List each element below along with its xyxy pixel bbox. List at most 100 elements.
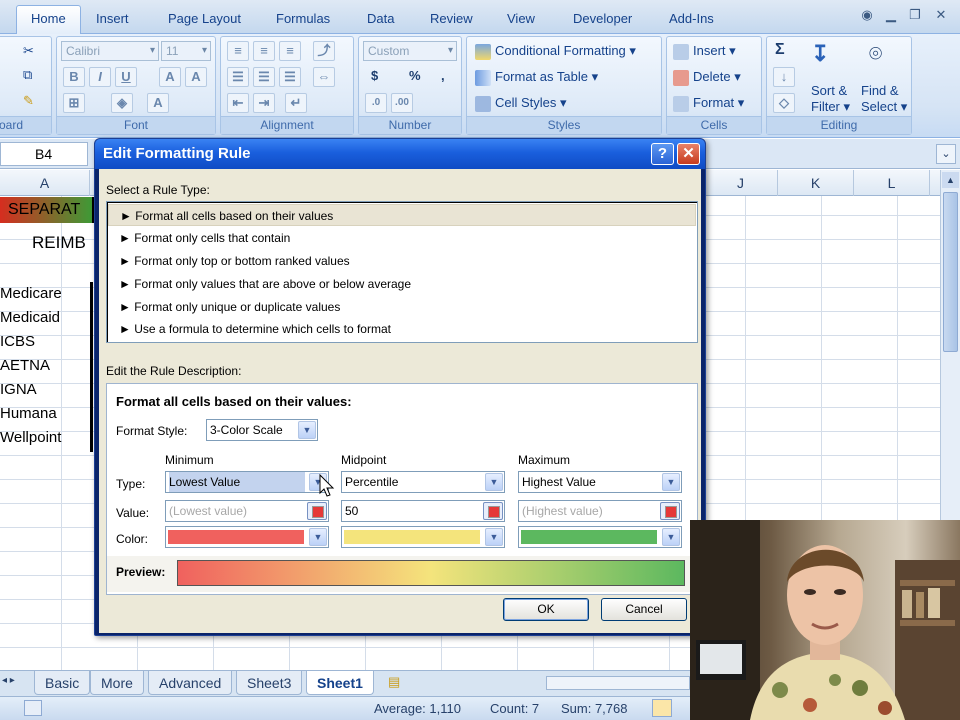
align-left-icon[interactable]: ☰ (227, 67, 249, 87)
column-header-j[interactable]: J (704, 170, 778, 196)
horizontal-scrollbar[interactable] (546, 676, 690, 690)
format-painter-icon[interactable]: ✎ (23, 93, 34, 109)
sheet-tab-sheet3[interactable]: Sheet3 (236, 671, 303, 695)
column-header-k[interactable]: K (778, 170, 854, 196)
copy-icon[interactable]: ⧉ (23, 67, 32, 83)
insert-sheet-icon[interactable]: ▤ (388, 674, 410, 692)
rule-option-above-below-average[interactable]: ► Format only values that are above or b… (108, 273, 696, 295)
decrease-indent-icon[interactable]: ⇤ (227, 93, 249, 113)
column-header-l[interactable]: L (854, 170, 930, 196)
bold-button[interactable]: B (63, 67, 85, 87)
midpoint-value-text: 50 (345, 504, 359, 518)
merge-center-icon[interactable]: ⇔ (313, 67, 335, 87)
midpoint-type-select[interactable]: Percentile ▼ (341, 471, 505, 493)
decrease-decimal-icon[interactable]: .00 (391, 93, 413, 113)
tab-insert[interactable]: Insert (90, 7, 135, 33)
percent-button[interactable]: % (409, 68, 421, 83)
format-style-select[interactable]: 3-Color Scale ▼ (206, 419, 318, 441)
column-header-a[interactable]: A (0, 170, 90, 196)
cancel-button[interactable]: Cancel (601, 598, 687, 621)
rule-option-top-bottom[interactable]: ► Format only top or bottom ranked value… (108, 250, 696, 272)
increase-indent-icon[interactable]: ⇥ (253, 93, 275, 113)
rule-option-cells-contain[interactable]: ► Format only cells that contain (108, 227, 696, 249)
range-picker-icon[interactable] (483, 502, 503, 520)
format-as-table-button[interactable]: Format as Table ▾ (475, 69, 598, 86)
dialog-close-button[interactable]: ✕ (677, 143, 700, 165)
find-select-button[interactable]: Find & Select ▾ (861, 83, 907, 115)
range-picker-icon[interactable] (660, 502, 680, 520)
tab-add-ins[interactable]: Add-Ins (663, 7, 720, 33)
midpoint-color-select[interactable]: ▼ (341, 526, 505, 548)
ok-button[interactable]: OK (503, 598, 589, 621)
sheet-tab-basic[interactable]: Basic (34, 671, 91, 695)
format-cells-button[interactable]: Format ▾ (673, 95, 744, 112)
fill-icon[interactable]: ↓ (773, 67, 795, 87)
rule-type-list[interactable]: ► Format all cells based on their values… (106, 201, 698, 343)
grow-font-icon[interactable]: A (159, 67, 181, 87)
name-box[interactable]: B4 (0, 142, 88, 166)
help-icon[interactable]: ◉ (856, 6, 878, 24)
increase-decimal-icon[interactable]: .0 (365, 93, 387, 113)
minimize-icon[interactable]: ▁ (880, 6, 902, 24)
borders-icon[interactable]: ⊞ (63, 93, 85, 113)
align-bottom-icon[interactable]: ≡ (279, 41, 301, 61)
tab-page-layout[interactable]: Page Layout (162, 7, 247, 33)
rule-option-unique-duplicate[interactable]: ► Format only unique or duplicate values (108, 296, 696, 318)
tab-data[interactable]: Data (361, 7, 400, 33)
orientation-icon[interactable]: ⤴ (313, 41, 335, 61)
normal-view-icon[interactable] (652, 699, 672, 717)
minimum-value-input[interactable]: (Lowest value) (165, 500, 329, 522)
tab-scroll-icon[interactable]: ◂ ▸ (2, 675, 15, 686)
wrap-text-icon[interactable]: ↵ (285, 93, 307, 113)
scroll-thumb[interactable] (943, 192, 958, 352)
dialog-help-button[interactable]: ? (651, 143, 674, 165)
maximum-type-select[interactable]: Highest Value ▼ (518, 471, 682, 493)
format-cells-icon (673, 95, 689, 112)
midpoint-value-input[interactable]: 50 (341, 500, 505, 522)
sort-filter-button[interactable]: Sort & Filter ▾ (811, 83, 850, 115)
tab-home[interactable]: Home (16, 5, 81, 34)
font-size-combo[interactable]: 11 (161, 41, 211, 61)
range-picker-icon[interactable] (307, 502, 327, 520)
align-center-icon[interactable]: ☰ (253, 67, 275, 87)
maximum-color-select[interactable]: ▼ (518, 526, 682, 548)
restore-icon[interactable]: ❐ (904, 6, 926, 24)
sheet-tab-advanced[interactable]: Advanced (148, 671, 233, 695)
shrink-font-icon[interactable]: A (185, 67, 207, 87)
type-row-label: Type: (116, 477, 146, 491)
maximum-value-input[interactable]: (Highest value) (518, 500, 682, 522)
rule-option-formula[interactable]: ► Use a formula to determine which cells… (108, 318, 696, 340)
minimum-type-select[interactable]: Lowest Value ▼ (165, 471, 329, 493)
number-format-combo[interactable]: Custom (363, 41, 457, 61)
underline-button[interactable]: U (115, 67, 137, 87)
font-name-combo[interactable]: Calibri (61, 41, 159, 61)
scroll-up-icon[interactable]: ▲ (942, 172, 959, 188)
clear-icon[interactable]: ◇ (773, 93, 795, 113)
align-top-icon[interactable]: ≡ (227, 41, 249, 61)
tab-formulas[interactable]: Formulas (270, 7, 336, 33)
tab-review[interactable]: Review (424, 7, 479, 33)
delete-cells-button[interactable]: Delete ▾ (673, 69, 741, 86)
tab-developer[interactable]: Developer (567, 7, 638, 33)
expand-formula-bar-icon[interactable]: ⌄ (936, 144, 956, 164)
sheet-tab-more[interactable]: More (90, 671, 144, 695)
close-icon[interactable]: ✕ (930, 6, 952, 24)
autosum-button[interactable]: Σ (775, 41, 785, 59)
align-middle-icon[interactable]: ≡ (253, 41, 275, 61)
sheet-tab-sheet1[interactable]: Sheet1 (306, 671, 374, 695)
font-color-icon[interactable]: A (147, 93, 169, 113)
macro-record-icon[interactable] (24, 700, 42, 716)
comma-button[interactable]: , (441, 68, 445, 83)
rule-option-all-cells[interactable]: ► Format all cells based on their values (108, 204, 696, 226)
fill-color-icon[interactable]: ◈ (111, 93, 133, 113)
italic-button[interactable]: I (89, 67, 111, 87)
tab-view[interactable]: View (501, 7, 541, 33)
conditional-formatting-button[interactable]: Conditional Formatting ▾ (475, 43, 636, 60)
currency-button[interactable]: $ (371, 68, 378, 83)
minimum-color-select[interactable]: ▼ (165, 526, 329, 548)
insert-cells-button[interactable]: Insert ▾ (673, 43, 736, 60)
cut-icon[interactable]: ✂ (23, 43, 34, 59)
cell-styles-button[interactable]: Cell Styles ▾ (475, 95, 567, 112)
align-right-icon[interactable]: ☰ (279, 67, 301, 87)
preview-label: Preview: (116, 565, 166, 579)
